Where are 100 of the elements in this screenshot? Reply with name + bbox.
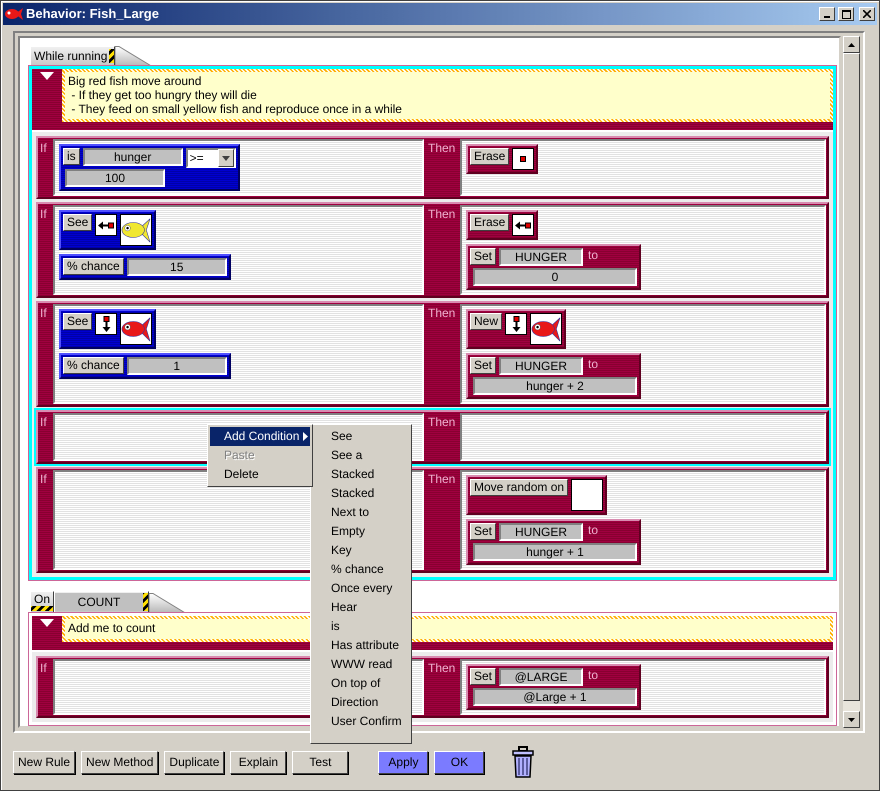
rule-row[interactable]: If See % chance 15 Then Erase Set HUNGER to 0 [36, 202, 829, 298]
condition-keyword-button[interactable]: See [63, 313, 92, 330]
condition-block[interactable]: % chance 1 [59, 353, 231, 379]
value-field[interactable]: 0 [473, 268, 637, 286]
submenu-item[interactable]: Once every [311, 579, 411, 598]
action-block[interactable]: New [466, 309, 566, 349]
action-area[interactable]: Erase [460, 139, 826, 196]
action-keyword-button[interactable]: Set [470, 668, 496, 685]
action-block[interactable]: Set HUNGER to 0 [466, 244, 641, 290]
comment-line: - They feed on small yellow fish and reproduce once in a while [70, 102, 402, 116]
action-block[interactable]: Erase [466, 210, 538, 240]
condition-block[interactable]: is hunger >= 100 [59, 144, 240, 191]
submenu-item[interactable]: Stacked [311, 484, 411, 503]
value-field[interactable]: hunger + 2 [473, 377, 637, 395]
comment-line: Add me to count [68, 621, 156, 635]
comment-line: Big red fish move around [68, 74, 202, 88]
submenu-item[interactable]: WWW read [311, 655, 411, 674]
dialog-button[interactable]: OK [434, 750, 484, 774]
action-block[interactable]: Erase [466, 144, 538, 174]
if-label: If [39, 471, 48, 488]
then-label: Then [427, 206, 456, 223]
action-area[interactable]: Move random on Set HUNGER to hunger + 1 [460, 470, 826, 570]
variable-field[interactable]: HUNGER [499, 248, 584, 266]
comment-line: - If they get too hungry they will die [70, 88, 257, 102]
variable-field[interactable]: hunger [82, 148, 183, 166]
action-block[interactable]: Set HUNGER to hunger + 2 [466, 353, 641, 399]
action-keyword-button[interactable]: Set [470, 523, 496, 540]
action-keyword-button[interactable]: Set [470, 357, 496, 374]
action-area[interactable]: Erase Set HUNGER to 0 [460, 205, 826, 295]
to-label: to [588, 668, 598, 682]
to-label: to [588, 248, 598, 262]
trigger-label: On [34, 592, 50, 606]
action-block[interactable]: Set @LARGE to @Large + 1 [466, 664, 641, 710]
action-keyword-button[interactable]: New [470, 313, 502, 330]
submenu-item[interactable]: See a [311, 446, 411, 465]
if-label: If [39, 206, 48, 223]
dialog-button[interactable]: Explain [230, 750, 286, 774]
submenu-item[interactable]: is [311, 617, 411, 636]
action-keyword-button[interactable]: Move random on [470, 479, 568, 496]
value-field[interactable]: 15 [126, 258, 227, 276]
variable-field[interactable]: HUNGER [499, 357, 584, 375]
condition-keyword-button[interactable]: % chance [63, 357, 124, 374]
dialog-button[interactable]: New Rule [13, 750, 76, 774]
submenu-item[interactable]: Direction [311, 693, 411, 712]
variable-field[interactable]: HUNGER [499, 523, 584, 541]
rule-row[interactable]: If is hunger >= 100 Then Erase [36, 136, 829, 199]
menu-item-label: Paste [224, 448, 255, 463]
value-field[interactable]: @Large + 1 [473, 688, 637, 706]
condition-keyword-button[interactable]: See [63, 214, 92, 231]
condition-block[interactable]: See [59, 309, 156, 349]
value-field[interactable]: 100 [65, 169, 165, 187]
action-area[interactable]: New Set HUNGER to hunger + 2 [460, 304, 826, 404]
window-title: Behavior: Fish_Large [26, 6, 159, 22]
menu-item-label: Delete [224, 467, 259, 482]
event-name: COUNT [55, 593, 143, 611]
menu-item[interactable]: Add Condition [210, 427, 310, 446]
condition-area[interactable]: See % chance 1 [53, 304, 424, 404]
then-label: Then [427, 140, 456, 157]
value-field[interactable]: hunger + 1 [473, 543, 637, 561]
then-label: Then [427, 471, 456, 488]
submenu-item[interactable]: See [311, 427, 411, 446]
dialog-button[interactable]: New Method [81, 750, 158, 774]
condition-block[interactable]: See [59, 210, 156, 250]
dialog-button[interactable]: Duplicate [164, 750, 224, 774]
condition-area[interactable]: is hunger >= 100 [53, 139, 424, 196]
variable-field[interactable]: @LARGE [499, 668, 584, 686]
then-label: Then [427, 660, 456, 677]
trigger-label: While running [34, 48, 108, 64]
to-label: to [588, 523, 598, 538]
value-field[interactable]: 1 [126, 357, 227, 375]
action-keyword-button[interactable]: Erase [470, 148, 510, 165]
condition-keyword-button[interactable]: is [63, 148, 80, 165]
action-area[interactable]: Set @LARGE to @Large + 1 [460, 659, 826, 715]
then-label: Then [427, 305, 456, 322]
if-label: If [39, 305, 48, 322]
if-label: If [39, 140, 48, 157]
menu-item-label: Add Condition [224, 429, 300, 444]
action-block[interactable]: Move random on [466, 475, 608, 515]
rule-row[interactable]: If See % chance 1 Then New Set HUNGER to hunger + 2 [36, 301, 829, 407]
condition-block[interactable]: % chance 15 [59, 254, 231, 280]
submenu-item[interactable]: Next to [311, 503, 411, 522]
if-label: If [39, 660, 48, 677]
submenu-item[interactable]: Empty [311, 522, 411, 541]
dialog-button[interactable]: Apply [378, 750, 428, 774]
action-keyword-button[interactable]: Set [470, 248, 496, 265]
comment-box[interactable]: Big red fish move around - If they get too hungry they will die - They feed on small yellow fish and reproduce once in a while [62, 69, 833, 122]
submenu-item[interactable]: On top of [311, 674, 411, 693]
trigger-tab[interactable]: On [30, 591, 54, 613]
menu-item[interactable]: Delete [210, 465, 310, 484]
operator-dropdown[interactable]: >= [186, 148, 236, 168]
dialog-button[interactable]: Test [292, 750, 348, 774]
if-label: If [39, 414, 48, 431]
action-keyword-button[interactable]: Erase [470, 214, 510, 231]
operator-value: >= [190, 150, 204, 166]
condition-area[interactable]: See % chance 15 [53, 205, 424, 295]
submenu-item[interactable]: Stacked [311, 465, 411, 484]
to-label: to [588, 357, 598, 372]
submenu-item[interactable]: Key [311, 541, 411, 560]
action-block[interactable]: Set HUNGER to hunger + 1 [466, 519, 641, 565]
condition-keyword-button[interactable]: % chance [63, 258, 124, 275]
